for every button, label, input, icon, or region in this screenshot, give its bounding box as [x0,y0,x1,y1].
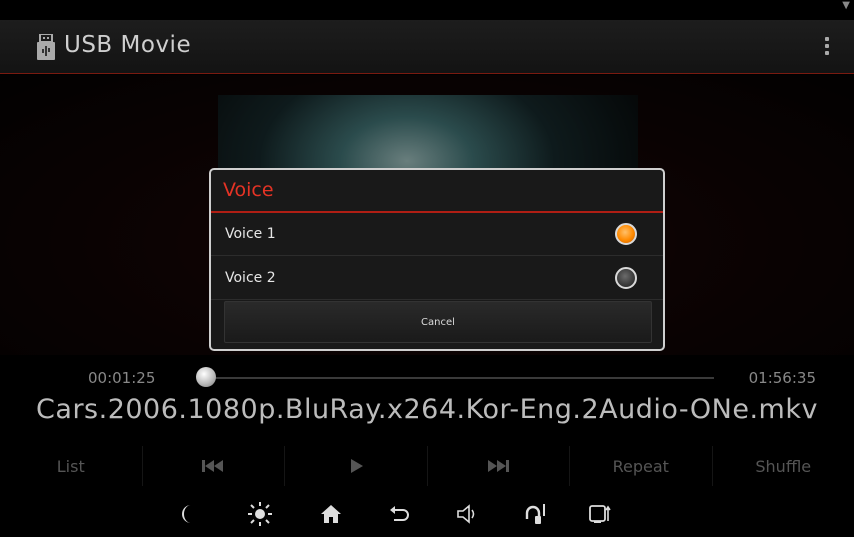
next-icon [488,460,510,472]
file-name: Cars.2006.1080p.BluRay.x264.Kor-Eng.2Aud… [36,394,818,425]
overflow-menu-icon[interactable] [820,34,834,62]
list-button[interactable]: List [0,446,143,486]
dialog-title: Voice [223,179,274,201]
repeat-button[interactable]: Repeat [570,446,713,486]
volume-icon[interactable] [455,501,481,527]
previous-icon [202,460,224,472]
voice-option-2[interactable]: Voice 2 [211,257,663,300]
brightness-icon[interactable] [247,501,273,527]
play-icon [350,459,363,473]
progress-track[interactable] [206,377,714,379]
title-bar: USB Movie [0,20,854,74]
usb-icon [37,34,55,60]
total-time: 01:56:35 [748,369,816,387]
option-label: Voice 1 [225,226,276,242]
cancel-button[interactable]: Cancel [224,301,652,343]
status-bar: ▼ [0,0,854,20]
play-button[interactable] [285,446,428,486]
current-time: 00:01:25 [88,369,156,387]
back-icon[interactable] [386,501,412,527]
page-title: USB Movie [64,32,192,58]
previous-button[interactable] [143,446,285,486]
option-label: Voice 2 [225,270,276,286]
voice-option-1[interactable]: Voice 1 [211,213,663,256]
progress-row: 00:01:25 01:56:35 [0,365,854,391]
phone-icon[interactable] [587,501,613,527]
shuffle-button[interactable]: Shuffle [713,446,854,486]
system-bar [0,491,854,537]
signal-icon: ▼ [842,0,850,11]
media-icon[interactable] [523,501,549,527]
voice-dialog: Voice Voice 1 Voice 2 Cancel [209,168,665,351]
radio-selected-icon[interactable] [615,223,637,245]
radio-unselected-icon[interactable] [615,267,637,289]
progress-knob[interactable] [196,367,216,387]
playback-controls: List Repeat Shuffle [0,446,854,486]
night-mode-icon[interactable] [176,501,202,527]
next-button[interactable] [428,446,570,486]
home-icon[interactable] [318,501,344,527]
